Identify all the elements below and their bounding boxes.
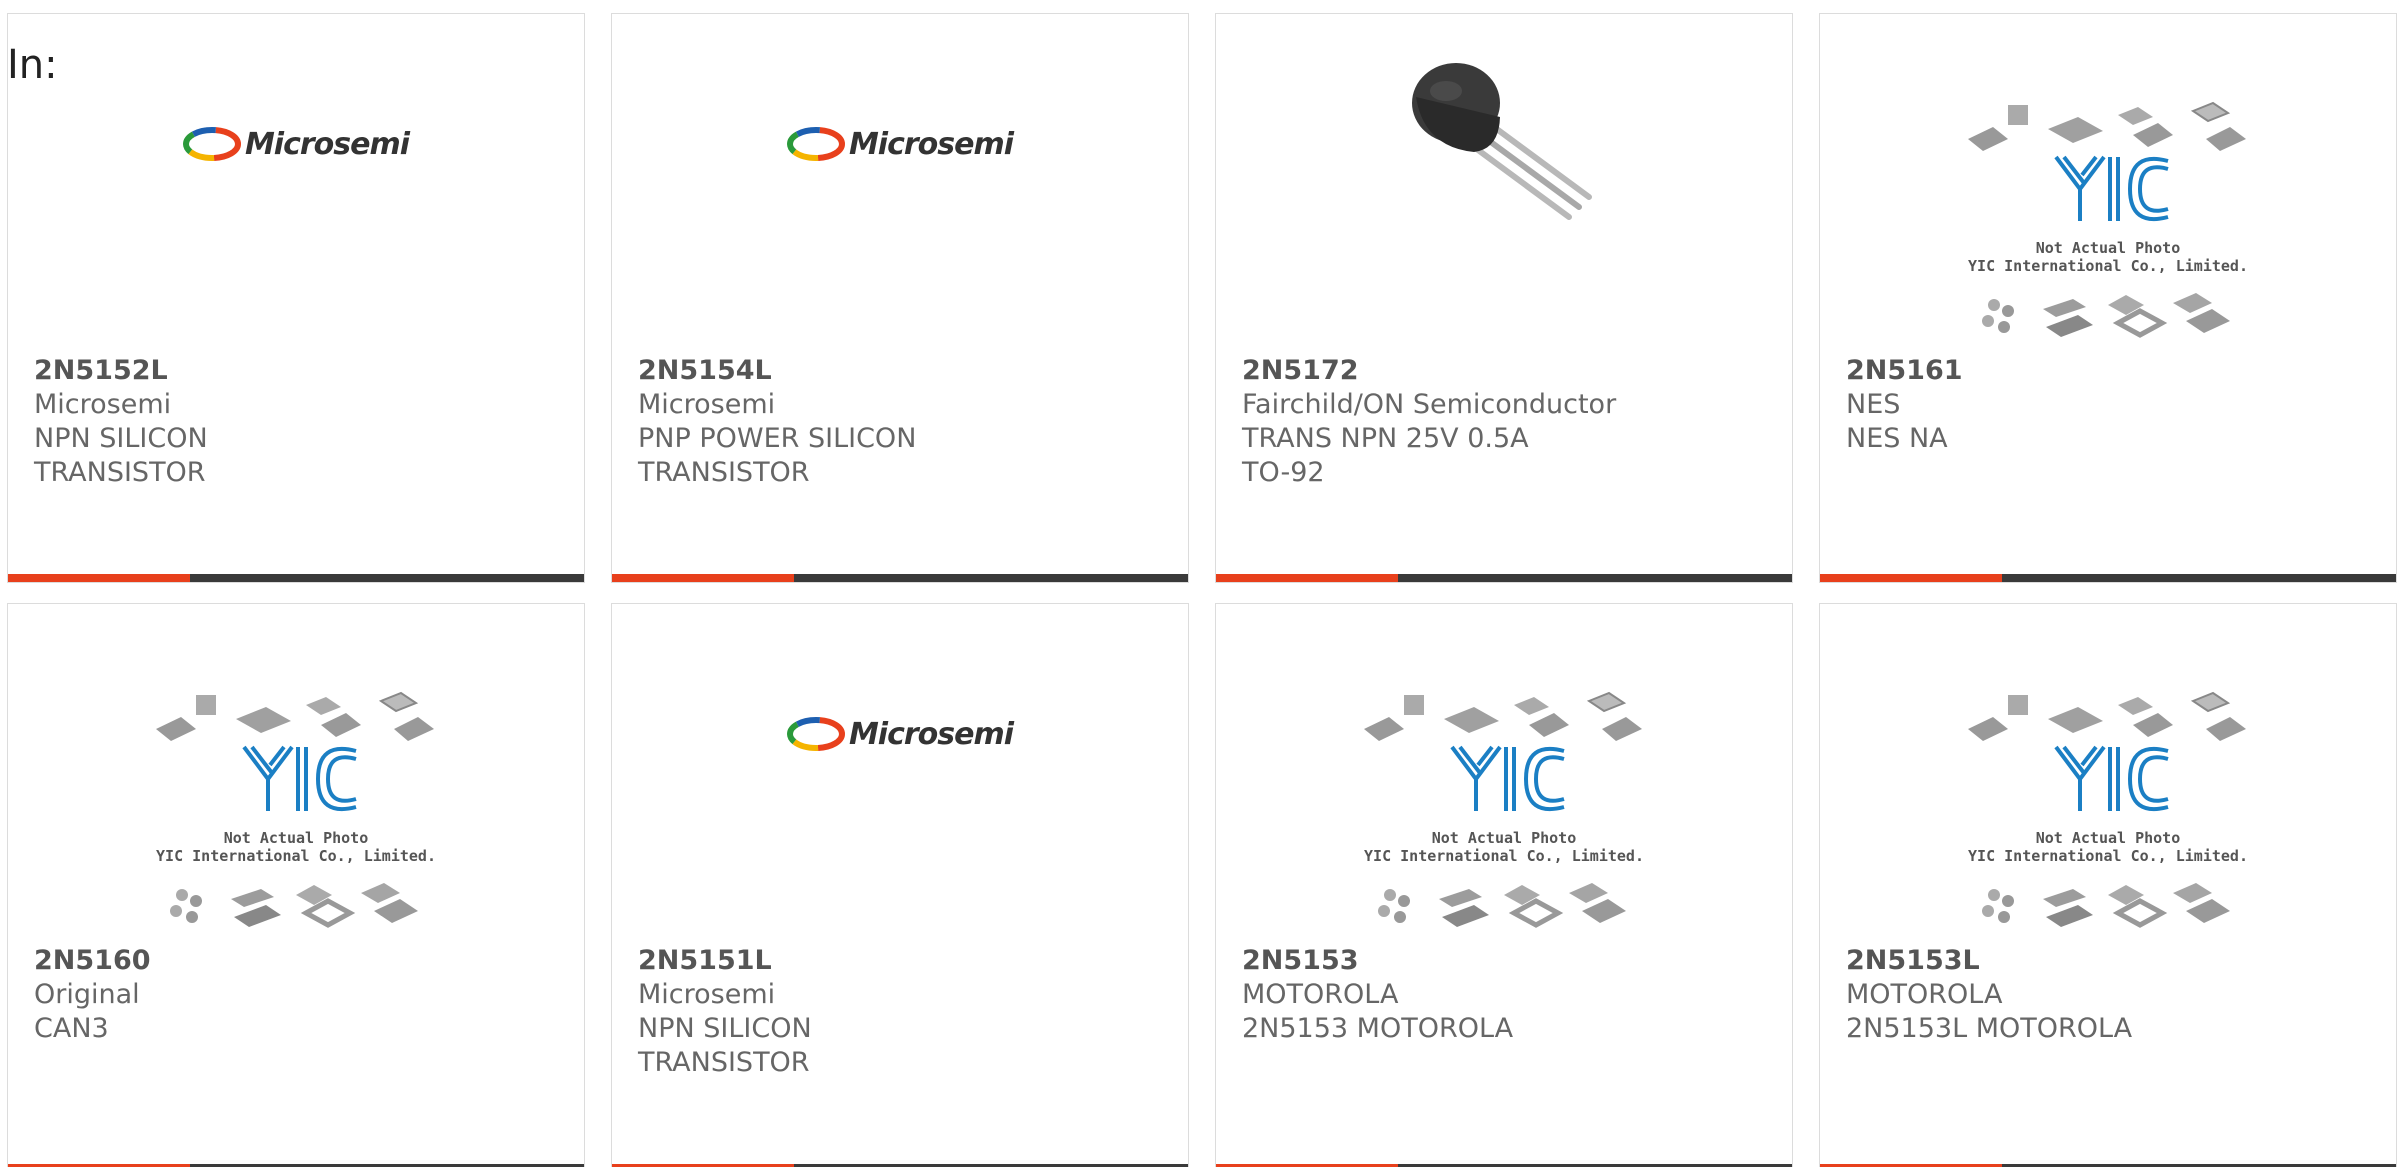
product-card[interactable]: Microsemi 2N5152L Microsemi NPN SILICON TRA…	[7, 13, 585, 583]
product-card[interactable]: Not Actual Photo YIC International Co., L…	[1819, 13, 2397, 583]
yic-not-actual-photo-placeholder: Not Actual Photo YIC International Co., L…	[1968, 99, 2248, 349]
card-bottom-bar	[8, 574, 584, 582]
not-actual-photo-text: Not Actual Photo	[2035, 239, 2181, 257]
microsemi-logo: Microsemi	[786, 716, 1014, 752]
product-image[interactable]: Microsemi	[612, 644, 1188, 944]
not-actual-photo-caption: Not Actual Photo YIC International Co., L…	[156, 829, 436, 865]
microsemi-wordmark: Microsemi	[848, 716, 1014, 752]
chip-icon	[2008, 695, 2028, 715]
manufacturer-name: Fairchild/ON Semiconductor	[1242, 389, 1617, 420]
manufacturer-name: Microsemi	[34, 389, 172, 420]
product-info: 2N5153 MOTOROLA 2N5153 MOTOROLA	[1242, 944, 1772, 1046]
product-image[interactable]: Microsemi	[8, 54, 584, 354]
product-card[interactable]: Not Actual Photo YIC International Co., L…	[7, 603, 585, 1167]
manufacturer-name: Microsemi	[638, 389, 776, 420]
not-actual-photo-caption: Not Actual Photo YIC International Co., L…	[1364, 829, 1644, 865]
product-description: CAN3	[34, 1013, 109, 1044]
not-actual-photo-text: Not Actual Photo	[2035, 829, 2181, 847]
microsemi-wordmark: Microsemi	[244, 126, 410, 162]
card-accent-stripe	[8, 574, 190, 582]
product-card[interactable]: 2N5172 Fairchild/ON Semiconductor TRANS NP…	[1215, 13, 1793, 583]
manufacturer-name: MOTOROLA	[1846, 979, 2003, 1010]
card-bottom-bar	[1820, 574, 2396, 582]
part-number-link[interactable]: 2N5153L	[1846, 944, 2376, 978]
product-image[interactable]: Not Actual Photo YIC International Co., L…	[1216, 644, 1792, 944]
microsemi-wordmark: Microsemi	[848, 126, 1014, 162]
product-image[interactable]: Microsemi	[612, 54, 1188, 354]
yic-not-actual-photo-placeholder: Not Actual Photo YIC International Co., L…	[1364, 689, 1644, 939]
product-info: 2N5153L MOTOROLA 2N5153L MOTOROLA	[1846, 944, 2376, 1046]
product-card[interactable]: Not Actual Photo YIC International Co., L…	[1215, 603, 1793, 1167]
not-actual-photo-text: Not Actual Photo	[223, 829, 369, 847]
product-image[interactable]: Not Actual Photo YIC International Co., L…	[1820, 644, 2396, 944]
in-label: In:	[7, 42, 58, 88]
part-number-link[interactable]: 2N5160	[34, 944, 564, 978]
product-description: 2N5153L MOTOROLA	[1846, 1013, 2133, 1044]
part-number-link[interactable]: 2N5172	[1242, 354, 1772, 388]
card-accent-stripe	[612, 574, 794, 582]
manufacturer-name: Microsemi	[638, 979, 776, 1010]
product-description: NPN SILICON TRANSISTOR	[34, 423, 208, 488]
product-card[interactable]: Microsemi 2N5154L Microsemi PNP POWER SILIC…	[611, 13, 1189, 583]
product-info: 2N5172 Fairchild/ON Semiconductor TRANS NP…	[1242, 354, 1772, 490]
product-image[interactable]: Not Actual Photo YIC International Co., L…	[1820, 54, 2396, 354]
yic-company-text: YIC International Co., Limited.	[1968, 257, 2248, 275]
chip-icon	[196, 695, 216, 715]
card-bottom-bar	[1216, 574, 1792, 582]
manufacturer-name: MOTOROLA	[1242, 979, 1399, 1010]
yic-company-text: YIC International Co., Limited.	[1968, 847, 2248, 865]
product-description: NES NA	[1846, 423, 1948, 454]
card-bottom-bar	[612, 574, 1188, 582]
card-accent-stripe	[1820, 574, 2002, 582]
product-card[interactable]: Microsemi 2N5151L Microsemi NPN SILICON TRA…	[611, 603, 1189, 1167]
manufacturer-name: NES	[1846, 389, 1901, 420]
manufacturer-name: Original	[34, 979, 140, 1010]
to92-transistor-photo	[1404, 57, 1604, 231]
product-description: 2N5153 MOTOROLA	[1242, 1013, 1514, 1044]
microsemi-swirl-icon	[786, 127, 845, 161]
product-image[interactable]	[1216, 54, 1792, 354]
not-actual-photo-text: Not Actual Photo	[1431, 829, 1577, 847]
yic-company-text: YIC International Co., Limited.	[156, 847, 436, 865]
yic-not-actual-photo-placeholder: Not Actual Photo YIC International Co., L…	[156, 689, 436, 939]
microsemi-swirl-icon	[786, 717, 845, 751]
product-info: 2N5161 NES NES NA	[1846, 354, 2376, 456]
product-description: NPN SILICON TRANSISTOR	[638, 1013, 812, 1078]
microsemi-logo: Microsemi	[786, 126, 1014, 162]
chip-icon	[1404, 695, 1424, 715]
product-info: 2N5154L Microsemi PNP POWER SILICON TRANSI…	[638, 354, 1168, 490]
product-info: 2N5160 Original CAN3	[34, 944, 564, 1046]
part-number-link[interactable]: 2N5161	[1846, 354, 2376, 388]
product-info: 2N5151L Microsemi NPN SILICON TRANSISTOR	[638, 944, 1168, 1080]
part-number-link[interactable]: 2N5151L	[638, 944, 1168, 978]
product-card[interactable]: Not Actual Photo YIC International Co., L…	[1819, 603, 2397, 1167]
part-number-link[interactable]: 2N5154L	[638, 354, 1168, 388]
yic-company-text: YIC International Co., Limited.	[1364, 847, 1644, 865]
part-number-link[interactable]: 2N5153	[1242, 944, 1772, 978]
microsemi-logo: Microsemi	[182, 126, 410, 162]
product-description: TRANS NPN 25V 0.5A TO-92	[1242, 423, 1529, 488]
microsemi-swirl-icon	[182, 127, 241, 161]
product-info: 2N5152L Microsemi NPN SILICON TRANSISTOR	[34, 354, 564, 490]
not-actual-photo-caption: Not Actual Photo YIC International Co., L…	[1968, 239, 2248, 275]
not-actual-photo-caption: Not Actual Photo YIC International Co., L…	[1968, 829, 2248, 865]
chip-icon	[2008, 105, 2028, 125]
part-number-link[interactable]: 2N5152L	[34, 354, 564, 388]
product-results-page: In: Microsemi 2N5152L Microsemi NPN SILICON…	[0, 0, 2400, 1167]
card-accent-stripe	[1216, 574, 1398, 582]
product-image[interactable]: Not Actual Photo YIC International Co., L…	[8, 644, 584, 944]
product-description: PNP POWER SILICON TRANSISTOR	[638, 423, 917, 488]
yic-not-actual-photo-placeholder: Not Actual Photo YIC International Co., L…	[1968, 689, 2248, 939]
